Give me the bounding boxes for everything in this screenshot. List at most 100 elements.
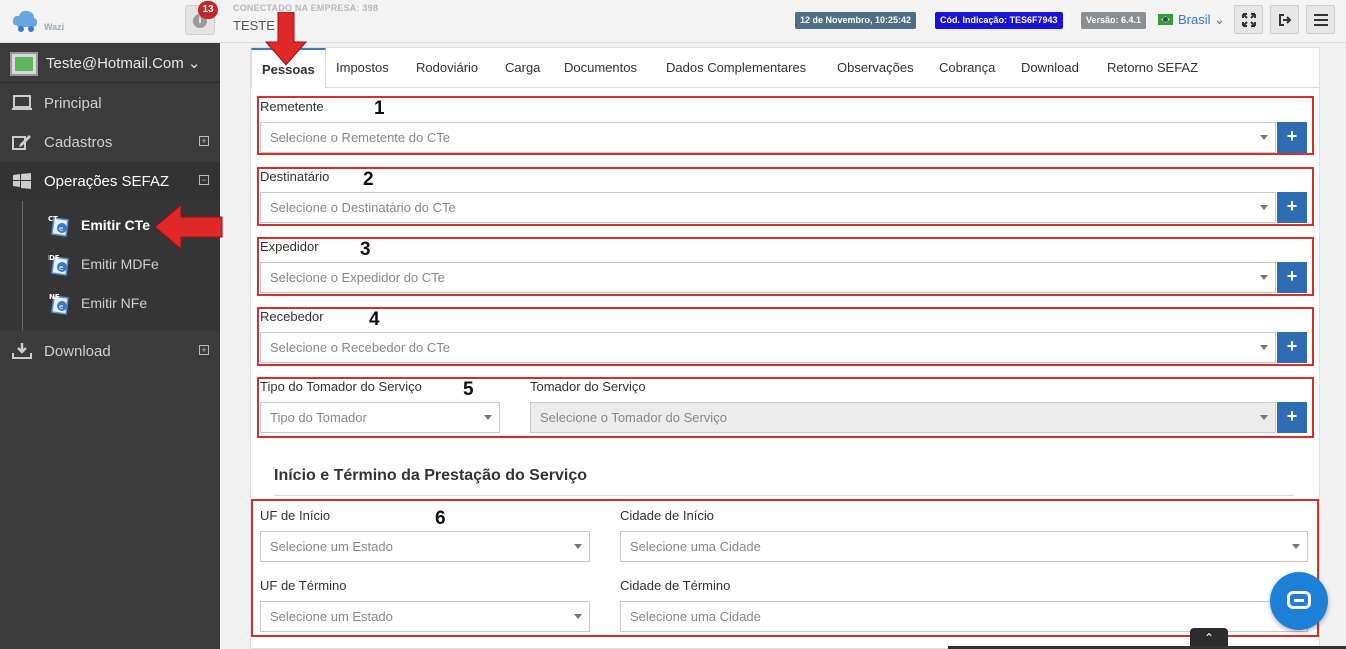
sidebar: Teste@Hotmail.Com ⌄ Principal Cadastros … <box>0 43 220 649</box>
cidade-inicio-select[interactable]: Selecione uma Cidade <box>620 531 1308 562</box>
fullscreen-button[interactable] <box>1234 5 1263 34</box>
menu-icon <box>1313 14 1328 26</box>
main-content: Pessoas Impostos Rodoviário Carga Docume… <box>220 43 1346 649</box>
logo-text: Wazi <box>44 22 65 32</box>
sidebar-item-label: Cadastros <box>44 134 113 151</box>
svg-text:MDF: MDF <box>48 254 60 262</box>
remetente-label: Remetente <box>260 99 324 114</box>
language-label: Brasil <box>1178 12 1211 27</box>
chevron-down-icon <box>1260 345 1268 350</box>
tab-rodoviario[interactable]: Rodoviário <box>416 60 478 75</box>
logout-button[interactable] <box>1270 5 1299 34</box>
cte-document-icon: e CT <box>48 215 69 237</box>
add-destinatario-button[interactable]: + <box>1277 192 1307 223</box>
expedidor-select[interactable]: Selecione o Expedidor do CTe <box>260 262 1276 293</box>
step-number-4: 4 <box>369 309 380 330</box>
step-number-1: 1 <box>374 98 385 119</box>
expedidor-label: Expedidor <box>260 239 319 254</box>
chevron-down-icon <box>1260 135 1268 140</box>
svg-text:CT: CT <box>48 215 58 223</box>
fullscreen-icon <box>1241 13 1256 27</box>
chevron-down-icon <box>1260 275 1268 280</box>
expand-icon[interactable]: + <box>199 345 209 355</box>
arrow-down-annotation-icon <box>265 12 307 66</box>
add-tomador-button[interactable]: + <box>1277 402 1307 433</box>
version-badge: Versão: 6.4.1 <box>1081 12 1147 29</box>
svg-text:e: e <box>59 303 63 311</box>
step-number-6: 6 <box>435 508 446 529</box>
brazil-flag-icon[interactable] <box>1158 14 1173 25</box>
user-name: Teste@Hotmail.Com ⌄ <box>46 55 201 72</box>
tomador-select[interactable]: Selecione o Tomador do Serviço <box>530 402 1276 433</box>
chevron-down-icon <box>574 614 582 619</box>
collapse-icon[interactable]: − <box>199 175 209 185</box>
svg-text:e: e <box>59 225 63 233</box>
uf-termino-select[interactable]: Selecione um Estado <box>260 601 590 632</box>
uf-inicio-select[interactable]: Selecione um Estado <box>260 531 590 562</box>
chat-icon <box>1287 591 1311 609</box>
chevron-down-icon <box>1260 205 1268 210</box>
svg-text:e: e <box>59 264 63 272</box>
tipo-tomador-label: Tipo do Tomador do Serviço <box>260 379 422 394</box>
tab-cobranca[interactable]: Cobrança <box>939 60 995 75</box>
menu-button[interactable] <box>1306 5 1335 34</box>
uf-termino-label: UF de Término <box>260 578 347 593</box>
nfe-document-icon: e NF <box>49 293 69 315</box>
sidebar-item-operacoes-sefaz[interactable]: Operações SEFAZ − <box>0 162 220 201</box>
section-divider <box>274 495 1294 496</box>
recebedor-select[interactable]: Selecione o Recebedor do CTe <box>260 332 1276 363</box>
sidebar-item-label: Principal <box>44 95 102 112</box>
tab-download[interactable]: Download <box>1021 60 1079 75</box>
submenu-item-label: Emitir NFe <box>81 295 148 311</box>
submenu-item-emitir-nfe[interactable]: e NF Emitir NFe <box>0 284 220 323</box>
submenu-item-emitir-mdfe[interactable]: e MDF Emitir MDFe <box>0 245 220 284</box>
tab-carga[interactable]: Carga <box>505 60 540 75</box>
cidade-inicio-label: Cidade de Início <box>620 508 714 523</box>
top-bar: Wazi i 13 CONECTADO NA EMPRESA: 398 TEST… <box>0 0 1346 43</box>
download-icon <box>12 343 32 359</box>
add-remetente-button[interactable]: + <box>1277 122 1307 153</box>
logo-icon[interactable] <box>10 5 40 35</box>
chevron-down-icon <box>1260 415 1268 420</box>
svg-text:NF: NF <box>49 293 60 301</box>
add-recebedor-button[interactable]: + <box>1277 332 1307 363</box>
edit-icon <box>12 135 31 150</box>
indication-badge: Cód. Indicação: TES6F7943 <box>935 12 1063 29</box>
tab-bar: Pessoas Impostos Rodoviário Carga Docume… <box>251 48 1319 89</box>
tab-retorno-sefaz[interactable]: Retorno SEFAZ <box>1107 60 1198 75</box>
remetente-select[interactable]: Selecione o Remetente do CTe <box>260 122 1276 153</box>
destinatario-select[interactable]: Selecione o Destinatário do CTe <box>260 192 1276 223</box>
date-badge: 12 de Novembro, 10:25:42 <box>795 12 917 29</box>
tab-observacoes[interactable]: Observações <box>837 60 914 75</box>
step-number-5: 5 <box>463 379 474 400</box>
chevron-down-icon <box>1292 544 1300 549</box>
sidebar-item-principal[interactable]: Principal <box>0 84 220 123</box>
monitor-icon <box>12 95 32 110</box>
user-menu[interactable]: Teste@Hotmail.Com ⌄ <box>0 43 220 83</box>
sidebar-item-download[interactable]: Download + <box>0 332 220 371</box>
submenu-item-label: Emitir MDFe <box>81 256 159 272</box>
destinatario-label: Destinatário <box>260 169 330 184</box>
logout-icon <box>1278 14 1291 26</box>
tipo-tomador-select[interactable]: Tipo do Tomador <box>260 402 500 433</box>
prestacao-section-title: Início e Término da Prestação do Serviço <box>274 467 587 484</box>
sidebar-item-cadastros[interactable]: Cadastros + <box>0 123 220 162</box>
sidebar-item-label: Operações SEFAZ <box>44 173 170 190</box>
mdfe-document-icon: e MDF <box>48 254 69 276</box>
step-number-3: 3 <box>360 239 371 260</box>
chevron-up-icon: ⌃ <box>1203 631 1215 645</box>
step-number-2: 2 <box>363 169 374 190</box>
avatar <box>10 52 38 76</box>
arrow-left-annotation-icon <box>155 204 223 250</box>
tab-dados-complementares[interactable]: Dados Complementares <box>666 60 806 75</box>
language-selector[interactable]: Brasil ⌄ <box>1178 12 1225 28</box>
windows-icon <box>13 173 31 189</box>
tab-documentos[interactable]: Documentos <box>564 60 637 75</box>
expand-icon[interactable]: + <box>199 136 209 146</box>
tab-impostos[interactable]: Impostos <box>336 60 389 75</box>
add-expedidor-button[interactable]: + <box>1277 262 1307 293</box>
chevron-down-icon <box>574 544 582 549</box>
notification-count-badge: 13 <box>198 1 218 19</box>
submenu-item-label: Emitir CTe <box>81 217 150 233</box>
chat-button[interactable] <box>1270 572 1328 630</box>
